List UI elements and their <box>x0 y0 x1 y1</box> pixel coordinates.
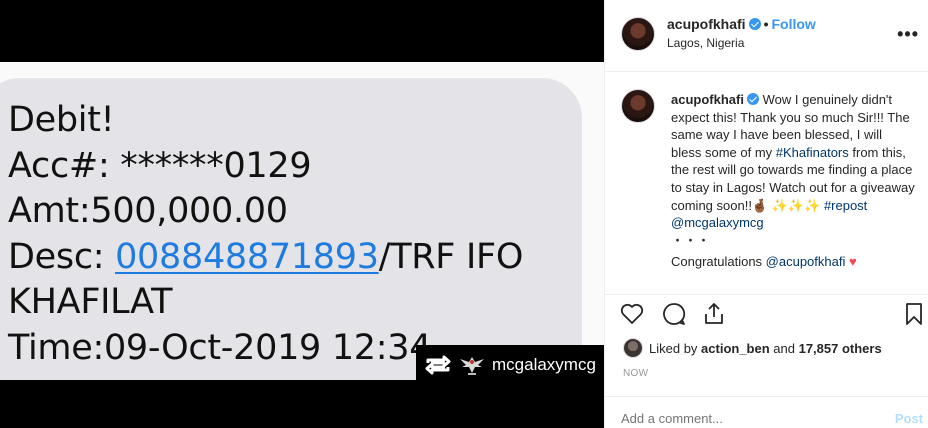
sms-line-account: Acc#: ******0129 <box>8 145 312 186</box>
caption-congrats-text: Congratulations <box>671 254 766 270</box>
post-side-panel: acupofkhafi • Follow Lagos, Nigeria ••• ac… <box>604 0 928 428</box>
caption-congrats-line: Congratulations @acupofkhafi ♥ <box>671 253 915 271</box>
separator-dot: • <box>763 16 769 32</box>
share-icon[interactable] <box>701 301 727 327</box>
eagle-logo-icon <box>460 357 484 375</box>
sms-line-desc: Desc: 008848871893/TRF IFO <box>8 235 598 281</box>
sms-message-text: Debit! Acc#: ******0129 Amt:500,000.00 D… <box>8 98 598 371</box>
mention-mcgalaxymcg[interactable]: @mcgalaxymcg <box>671 215 764 230</box>
hashtag-repost[interactable]: #repost <box>824 198 867 213</box>
sms-line-amount: Amt:500,000.00 <box>8 191 288 231</box>
post-header: acupofkhafi • Follow Lagos, Nigeria ••• <box>605 0 928 72</box>
caption-username[interactable]: acupofkhafi <box>671 92 744 107</box>
follow-button[interactable]: Follow <box>771 16 815 32</box>
more-options-icon[interactable]: ••• <box>897 24 919 45</box>
comment-bar: Post <box>605 396 928 428</box>
hashtag-khafinators[interactable]: #Khafinators <box>776 145 849 160</box>
author-username[interactable]: acupofkhafi <box>667 16 746 32</box>
repost-icon <box>425 355 451 375</box>
save-bookmark-icon[interactable] <box>901 301 927 327</box>
post-actions-bar <box>605 296 928 332</box>
verified-badge-icon <box>748 18 761 30</box>
comment-input[interactable] <box>621 411 841 426</box>
sms-desc-prefix: Desc: <box>8 236 116 277</box>
likes-summary: Liked by action_ben and 17,857 others <box>623 338 882 358</box>
caption-dots: ・・・ <box>671 232 711 248</box>
post-caption: acupofkhafi Wow I genuinely didn't expec… <box>605 73 928 295</box>
caption-verified-badge-icon <box>746 93 759 105</box>
sms-desc-link[interactable]: 008848871893 <box>115 237 379 277</box>
sms-desc-suffix: /TRF IFO <box>378 236 524 277</box>
mention-acupofkhafi[interactable]: @acupofkhafi <box>766 254 846 269</box>
sms-line-debit: Debit! <box>8 100 115 140</box>
media-letterbox-bottom <box>0 380 604 428</box>
caption-author-avatar[interactable] <box>621 89 655 123</box>
heart-emoji: ♥ <box>849 254 857 270</box>
header-user-line: acupofkhafi • Follow <box>667 16 816 32</box>
post-comment-button[interactable]: Post <box>895 411 923 426</box>
post-timestamp[interactable]: NOW <box>623 368 648 379</box>
post-media[interactable]: Debit! Acc#: ******0129 Amt:500,000.00 D… <box>0 0 604 428</box>
caption-text: acupofkhafi Wow I genuinely didn't expec… <box>671 91 915 271</box>
post-location[interactable]: Lagos, Nigeria <box>667 36 744 50</box>
likes-prefix: Liked by <box>649 340 702 356</box>
likes-text: Liked by action_ben and 17,857 others <box>649 341 882 356</box>
caption-sparkles: ✨✨✨ <box>771 197 821 213</box>
media-letterbox-top <box>0 0 604 62</box>
watermark-username: mcgalaxymcg <box>492 355 596 374</box>
likes-middle: and <box>769 340 799 356</box>
comment-icon[interactable] <box>661 301 687 327</box>
liker-avatar[interactable] <box>623 338 643 358</box>
like-heart-icon[interactable] <box>619 301 645 327</box>
sms-line-khafilat: KHAFILAT <box>8 282 173 322</box>
author-avatar[interactable] <box>621 17 655 51</box>
repost-watermark: mcgalaxymcg <box>416 345 604 385</box>
liker-username[interactable]: action_ben <box>701 341 770 356</box>
likes-count[interactable]: 17,857 others <box>799 341 882 356</box>
